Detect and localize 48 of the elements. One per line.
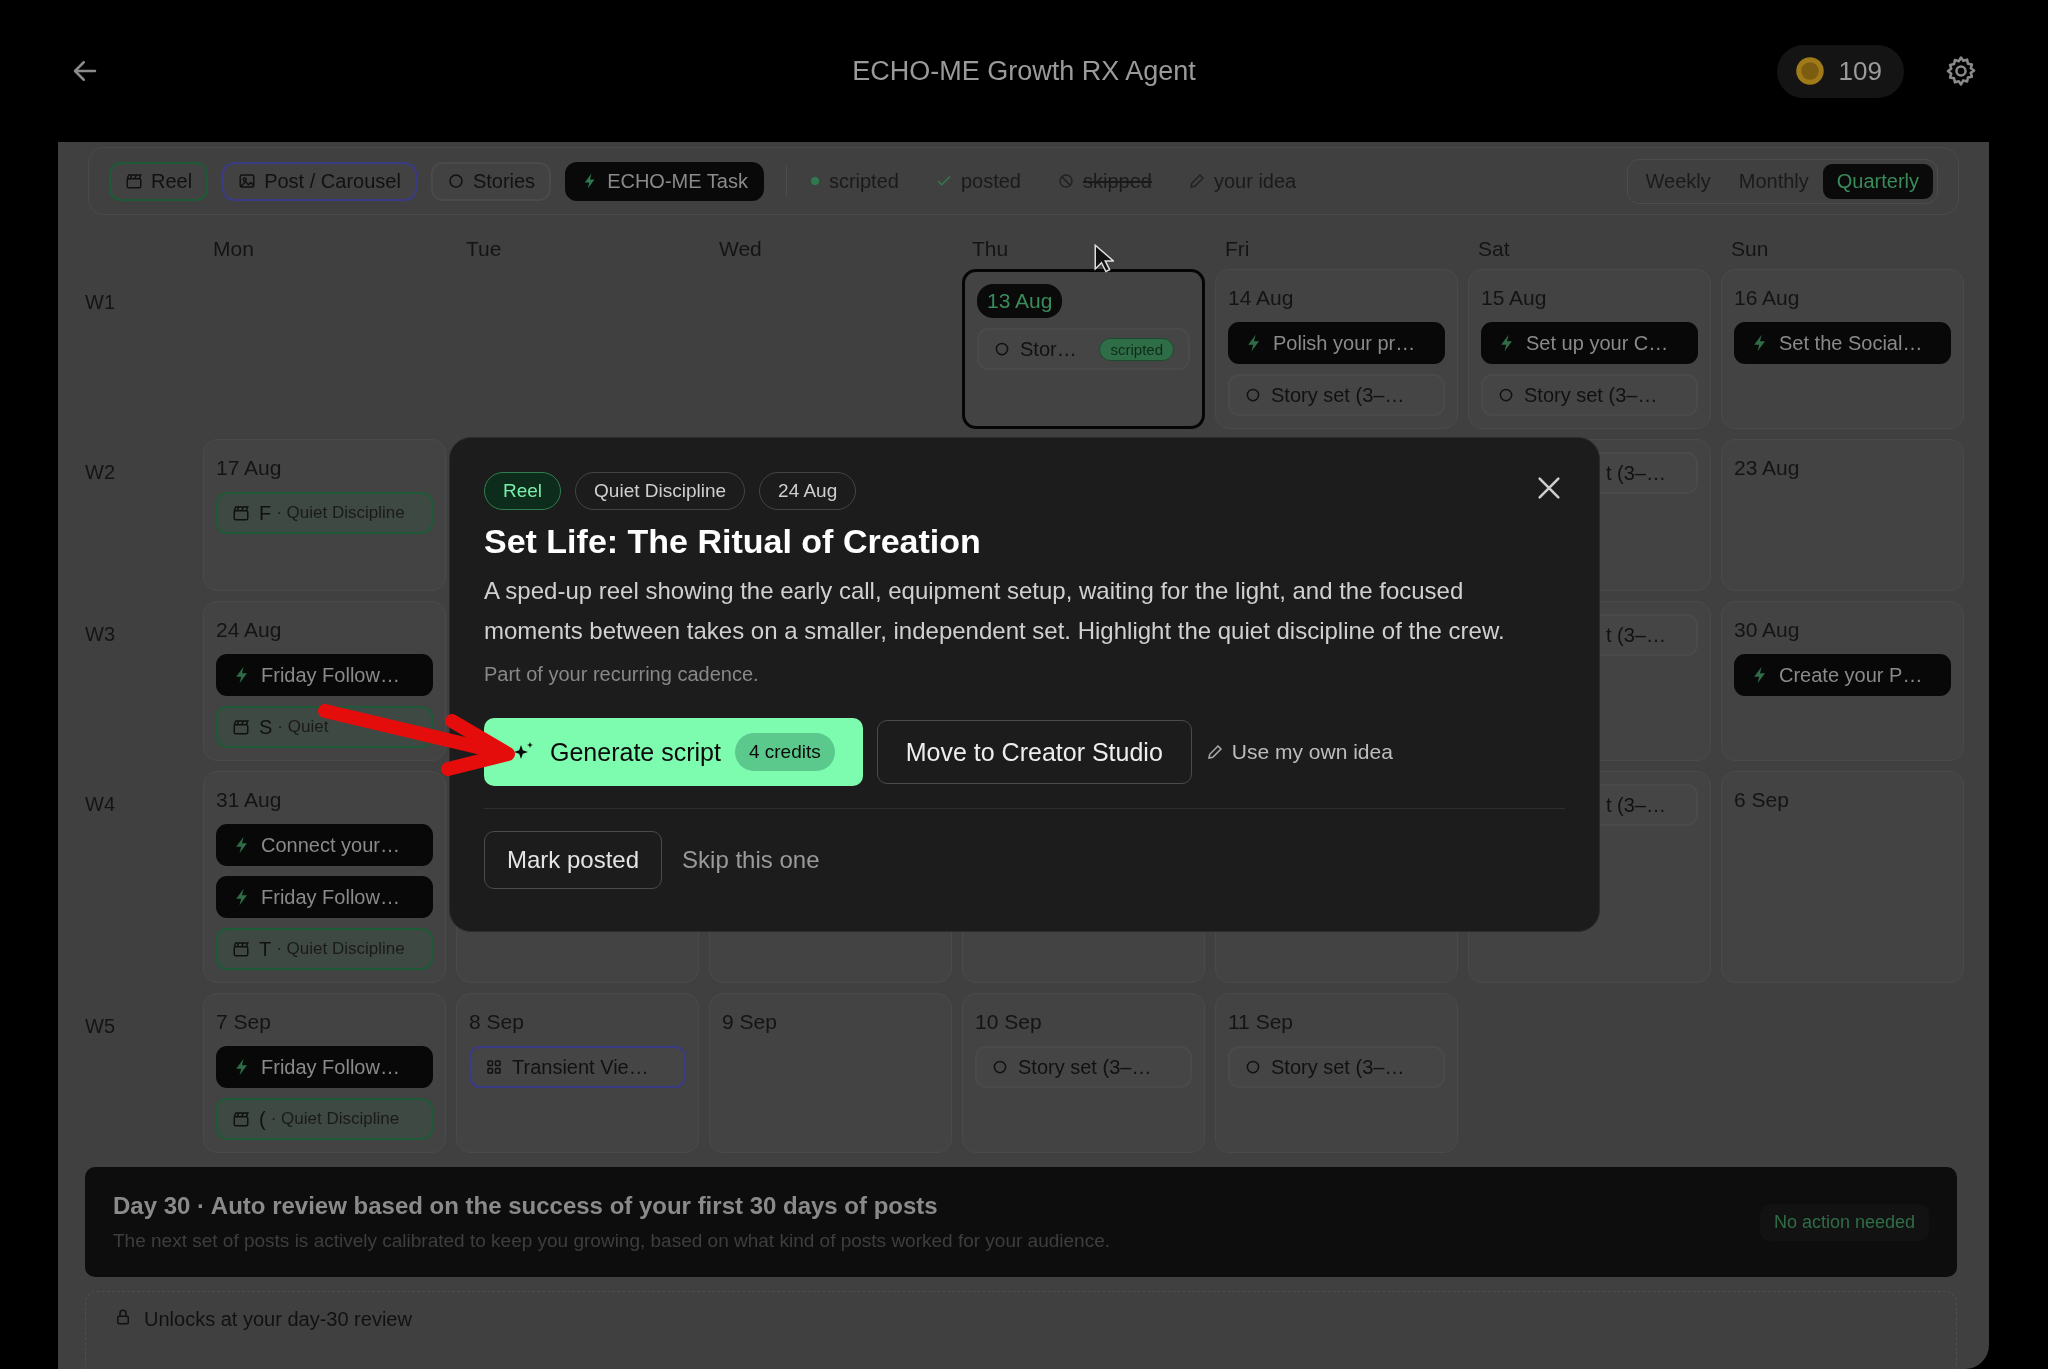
tag: Reel (484, 472, 562, 510)
credits-pill[interactable]: 109 (1776, 44, 1904, 98)
circle-icon (1244, 1058, 1262, 1076)
clapperboard-icon (232, 504, 250, 522)
ban-icon (1057, 172, 1075, 190)
type-filter-chip[interactable]: ECHO-ME Task (565, 161, 764, 201)
skip-button[interactable]: Skip this one (682, 846, 820, 874)
app-title: ECHO-ME Growth RX Agent (852, 55, 1196, 87)
own-idea-link[interactable]: Use my own idea (1205, 740, 1393, 764)
status-badge: scripted (1099, 337, 1174, 361)
coin-icon (1794, 56, 1825, 86)
dialog-note: Part of your recurring cadence. (484, 663, 760, 686)
settings-icon[interactable] (1944, 54, 1978, 88)
pencil-icon (1205, 743, 1224, 761)
event-chip[interactable]: Connect your… (216, 824, 433, 866)
circle-icon (446, 172, 465, 190)
clapperboard-icon (232, 1110, 250, 1128)
event-chip[interactable]: Friday Follow… (216, 1046, 433, 1088)
clapperboard-icon (125, 172, 143, 190)
pencil-icon (1187, 172, 1206, 190)
event-chip[interactable]: Set the Social… (1734, 322, 1951, 364)
clapperboard-icon (232, 940, 250, 958)
circle-icon (991, 1058, 1009, 1076)
review-title: Day 30 · Auto review based on the success of your first 30 days of posts (113, 1192, 939, 1220)
dot-icon (808, 175, 821, 187)
circle-icon (993, 340, 1011, 358)
event-chip[interactable]: Friday Follow… (216, 876, 433, 918)
image-icon (238, 172, 257, 190)
event-chip[interactable]: Polish your pr… (1228, 322, 1445, 364)
clapperboard-icon (232, 718, 250, 736)
circle-icon (1497, 386, 1515, 404)
event-chip[interactable]: Create your P… (1734, 654, 1951, 696)
event-chip[interactable]: Friday Follow… (216, 654, 433, 696)
mark-posted-button[interactable]: Mark posted (484, 831, 663, 889)
cursor-icon (1094, 244, 1114, 274)
lock-icon (114, 1308, 132, 1326)
move-to-studio-button[interactable]: Move to Creator Studio (876, 720, 1192, 784)
status-badge: No action needed (1759, 1203, 1929, 1241)
credits-badge: 4 credits (734, 733, 835, 771)
dialog-title: Set Life: The Ritual of Creation (484, 522, 982, 561)
date-label: 13 Aug (977, 284, 1063, 318)
event-chip[interactable]: Set up your C… (1481, 322, 1698, 364)
generate-script-button[interactable]: Generate script 4 credits (484, 718, 863, 786)
circle-icon (1244, 386, 1262, 404)
view-tab[interactable]: Quarterly (1822, 163, 1933, 199)
close-icon[interactable] (1535, 474, 1563, 502)
dialog-description: A sped-up reel showing the early call, equipment setup, waiting for the light, and the focused moments between takes on a smaller, independent set. Highlight the quiet discipline of the crew. (484, 576, 1506, 646)
grid-icon (485, 1058, 503, 1076)
